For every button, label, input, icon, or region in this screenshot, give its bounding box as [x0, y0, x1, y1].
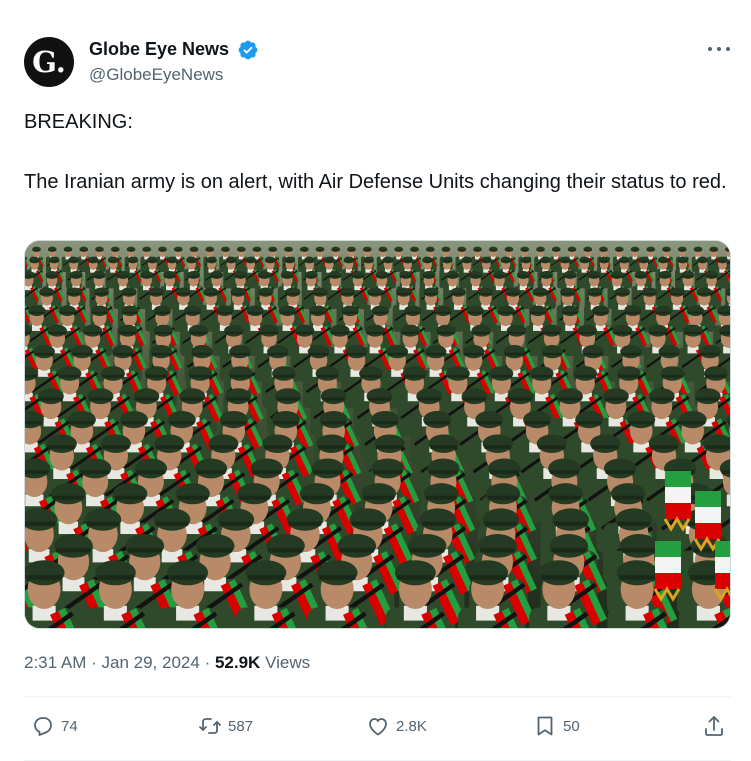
- reply-icon: [34, 717, 52, 736]
- divider: [24, 696, 731, 697]
- tweet-paragraph: BREAKING:: [24, 111, 133, 133]
- repost-icon: [199, 718, 221, 734]
- tweet: G. Globe Eye News @GlobeEyeNews BREAKING…: [0, 0, 751, 761]
- meta-separator: ·: [91, 653, 97, 672]
- reply-button[interactable]: 74: [31, 712, 78, 740]
- avatar[interactable]: G.: [24, 37, 74, 87]
- reply-count: 74: [61, 717, 78, 735]
- repost-count: 587: [228, 717, 254, 735]
- share-icon: [705, 716, 723, 736]
- verified-badge-icon: [238, 40, 258, 60]
- more-options-icon[interactable]: [708, 47, 730, 53]
- meta-separator: ·: [204, 653, 211, 672]
- tweet-photo[interactable]: [24, 240, 731, 629]
- bookmark-count: 50: [563, 717, 580, 735]
- views-label: Views: [265, 653, 311, 672]
- soldiers-parade-photo: [25, 241, 730, 628]
- tweet-time[interactable]: 2:31 AM: [24, 653, 86, 672]
- share-button[interactable]: [702, 712, 726, 740]
- repost-button[interactable]: 587: [198, 712, 253, 740]
- like-count: 2.8K: [396, 717, 427, 735]
- like-button[interactable]: 2.8K: [366, 712, 427, 740]
- avatar-letter: G.: [32, 45, 66, 79]
- tweet-text: BREAKING: The Iranian army is on alert, …: [24, 107, 729, 197]
- author-handle[interactable]: @GlobeEyeNews: [89, 65, 223, 85]
- bookmark-icon: [537, 716, 553, 736]
- bookmark-button[interactable]: 50: [533, 712, 580, 740]
- views-count: 52.9K: [214, 653, 261, 672]
- tweet-meta: 2:31 AM · Jan 29, 2024 · 52.9K Views: [24, 653, 310, 673]
- heart-icon: [369, 718, 387, 736]
- tweet-paragraph: The Iranian army is on alert, with Air D…: [24, 171, 727, 193]
- tweet-date[interactable]: Jan 29, 2024: [102, 653, 200, 672]
- author-name[interactable]: Globe Eye News: [89, 39, 229, 60]
